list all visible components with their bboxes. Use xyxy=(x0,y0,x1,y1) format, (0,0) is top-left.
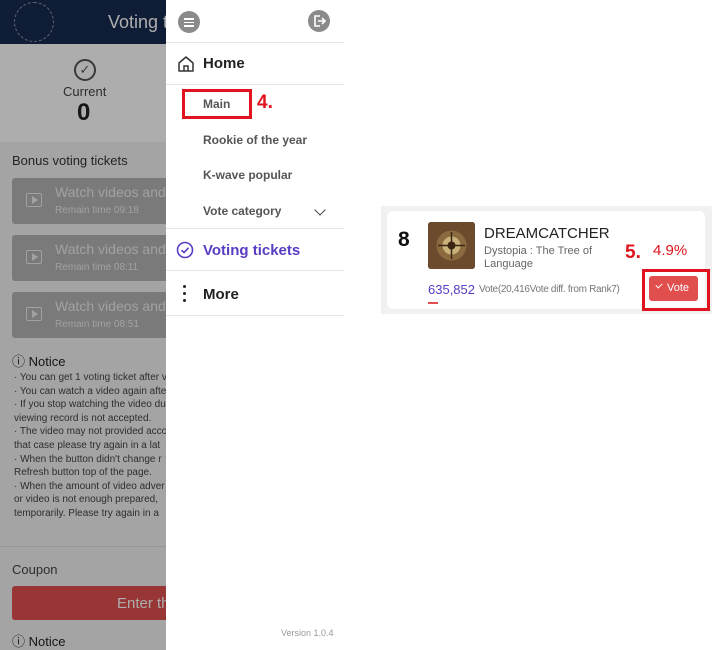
nav-voting-tickets[interactable]: Voting tickets xyxy=(166,229,344,271)
nav-more-label: More xyxy=(203,286,239,303)
album-cover-image xyxy=(428,222,475,269)
vote-progress-bar xyxy=(428,302,588,304)
vote-button[interactable]: Vote xyxy=(649,276,698,301)
vote-progress-fill xyxy=(428,302,439,304)
home-icon xyxy=(177,55,195,78)
rank-number: 8 xyxy=(398,228,410,251)
check-circle-icon xyxy=(176,241,194,264)
logout-icon[interactable] xyxy=(308,10,330,32)
nav-more[interactable]: More xyxy=(166,272,344,316)
nav-home[interactable]: Home xyxy=(166,43,344,85)
menu-icon[interactable] xyxy=(178,11,200,33)
vote-diff-text: Vote(20,416Vote diff. from Rank7) xyxy=(479,284,620,295)
vote-count: 635,852 xyxy=(428,282,475,297)
nav-voting-tickets-label: Voting tickets xyxy=(203,242,301,259)
nav-home-label: Home xyxy=(203,55,245,72)
artist-name: DREAMCATCHER xyxy=(484,225,610,242)
album-title: Dystopia : The Tree of Language xyxy=(484,245,593,270)
chevron-down-icon[interactable] xyxy=(314,204,326,216)
more-vertical-icon xyxy=(183,285,187,303)
vote-percent: 4.9% xyxy=(653,242,688,259)
vote-button-label: Vote xyxy=(667,282,690,294)
step-4-label: 4. xyxy=(257,92,273,113)
highlight-box-main xyxy=(182,89,252,119)
screenshot-root: Voting t ✓ Current 0 Bonus voting ticket… xyxy=(0,0,712,650)
step-5-label: 5. xyxy=(625,242,641,263)
nav-item-vote-category[interactable]: Vote category xyxy=(203,204,281,218)
check-icon xyxy=(655,281,663,289)
vote-card-container: 8 DREAMCATCHER Dystopia : The Tree of La… xyxy=(381,206,712,314)
nav-item-rookie-of-the-year[interactable]: Rookie of the year xyxy=(203,133,307,147)
nav-item-k-wave-popular[interactable]: K-wave popular xyxy=(203,168,292,182)
vote-card: 8 DREAMCATCHER Dystopia : The Tree of La… xyxy=(387,211,710,311)
app-version: Version 1.0.4 xyxy=(281,628,334,638)
